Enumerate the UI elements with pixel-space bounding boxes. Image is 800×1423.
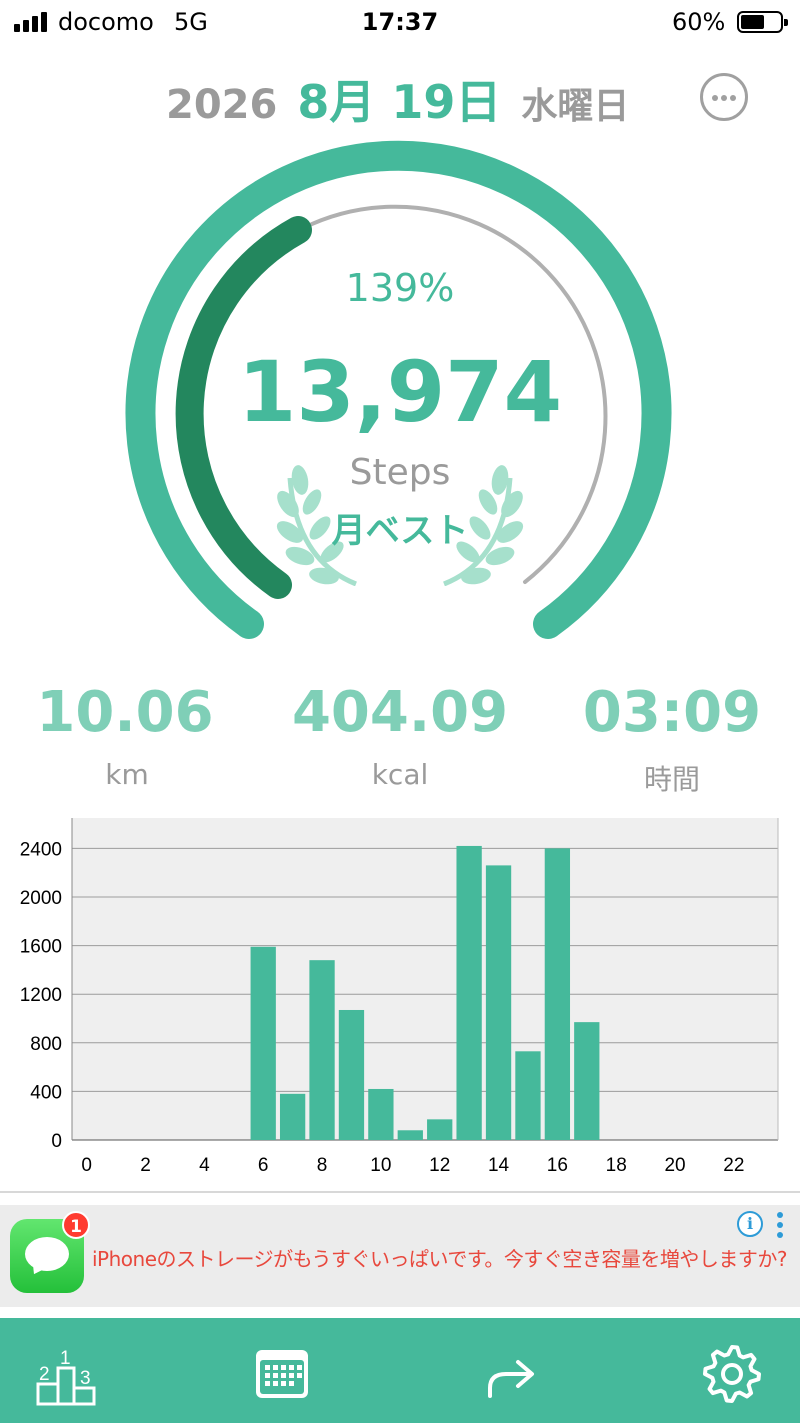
- y-tick-label: 2400: [20, 839, 62, 860]
- distance-unit: km: [105, 758, 149, 791]
- tab-ranking[interactable]: 2 1 3: [4, 1318, 124, 1423]
- chart-bar: [368, 1088, 394, 1140]
- x-tick-label: 20: [664, 1155, 685, 1176]
- chart-bar: [515, 1051, 541, 1140]
- ad-banner[interactable]: 1 iPhoneのストレージがもうすぐいっぱいです。今すぐ空き容量を増やしますか…: [0, 1205, 800, 1307]
- duration-unit: 時間: [643, 763, 700, 796]
- tab-settings[interactable]: [672, 1318, 792, 1423]
- calories-value: 404.09: [291, 680, 509, 745]
- gear-icon: [703, 1345, 761, 1403]
- share-arrow-icon: [488, 1360, 534, 1398]
- chart-bar: [427, 1119, 453, 1140]
- chart-bar: [338, 1009, 365, 1140]
- ranking-podium-icon: 2 1 3: [36, 1348, 96, 1406]
- x-tick-label: 0: [81, 1155, 92, 1176]
- monthly-best-label: 月ベスト: [331, 511, 469, 551]
- calories-unit: kcal: [371, 758, 429, 791]
- x-tick-label: 12: [429, 1155, 450, 1176]
- hourly-steps-chart: 0 400 800 1200 1600 2000 2400 0 2 4 6 8 10 12 14 16 18 20…: [20, 818, 779, 1176]
- duration-value: 03:09: [582, 680, 762, 745]
- step-count: 13,974: [237, 343, 563, 441]
- distance-value: 10.06: [36, 680, 214, 745]
- y-tick-label: 0: [51, 1131, 62, 1152]
- tab-bar: 2 1 3: [0, 1318, 800, 1423]
- vertical-dots-icon[interactable]: [776, 1212, 784, 1238]
- ad-text[interactable]: iPhoneのストレージがもうすぐいっぱいです。今すぐ空き容量を増やしますか?: [92, 1243, 788, 1272]
- podium-first-label: 1: [60, 1348, 71, 1369]
- chart-bar: [485, 865, 512, 1140]
- podium-second-label: 2: [39, 1364, 50, 1385]
- ad-divider: [0, 1191, 800, 1193]
- info-icon[interactable]: i: [737, 1211, 763, 1237]
- goal-percent: 139%: [345, 266, 455, 310]
- chart-bar: [397, 1130, 423, 1140]
- chart-bar: [250, 946, 276, 1140]
- chart-bar: [456, 845, 482, 1140]
- x-tick-label: 14: [488, 1155, 510, 1176]
- x-tick-label: 10: [370, 1155, 391, 1176]
- calendar-icon: [256, 1350, 308, 1398]
- x-tick-label: 4: [199, 1155, 210, 1176]
- progress-ring: [125, 140, 672, 639]
- tab-calendar[interactable]: [224, 1318, 344, 1423]
- y-tick-label: 400: [30, 1082, 62, 1103]
- y-tick-label: 2000: [20, 888, 62, 909]
- y-tick-label: 1600: [20, 937, 62, 958]
- x-tick-label: 6: [258, 1155, 269, 1176]
- y-tick-label: 1200: [20, 985, 62, 1006]
- x-tick-label: 16: [547, 1155, 568, 1176]
- x-tick-label: 2: [140, 1155, 151, 1176]
- x-tick-label: 18: [606, 1155, 627, 1176]
- chart-bar: [574, 1022, 600, 1140]
- notification-badge: 1: [62, 1211, 90, 1239]
- chart-bar: [309, 960, 335, 1140]
- x-tick-label: 22: [723, 1155, 744, 1176]
- x-tick-label: 8: [317, 1155, 328, 1176]
- chart-bar: [544, 848, 571, 1140]
- y-tick-label: 800: [30, 1034, 62, 1055]
- steps-unit-label: Steps: [349, 452, 451, 493]
- tab-share[interactable]: [448, 1318, 568, 1423]
- chart-bar: [279, 1093, 306, 1140]
- podium-third-label: 3: [80, 1368, 91, 1389]
